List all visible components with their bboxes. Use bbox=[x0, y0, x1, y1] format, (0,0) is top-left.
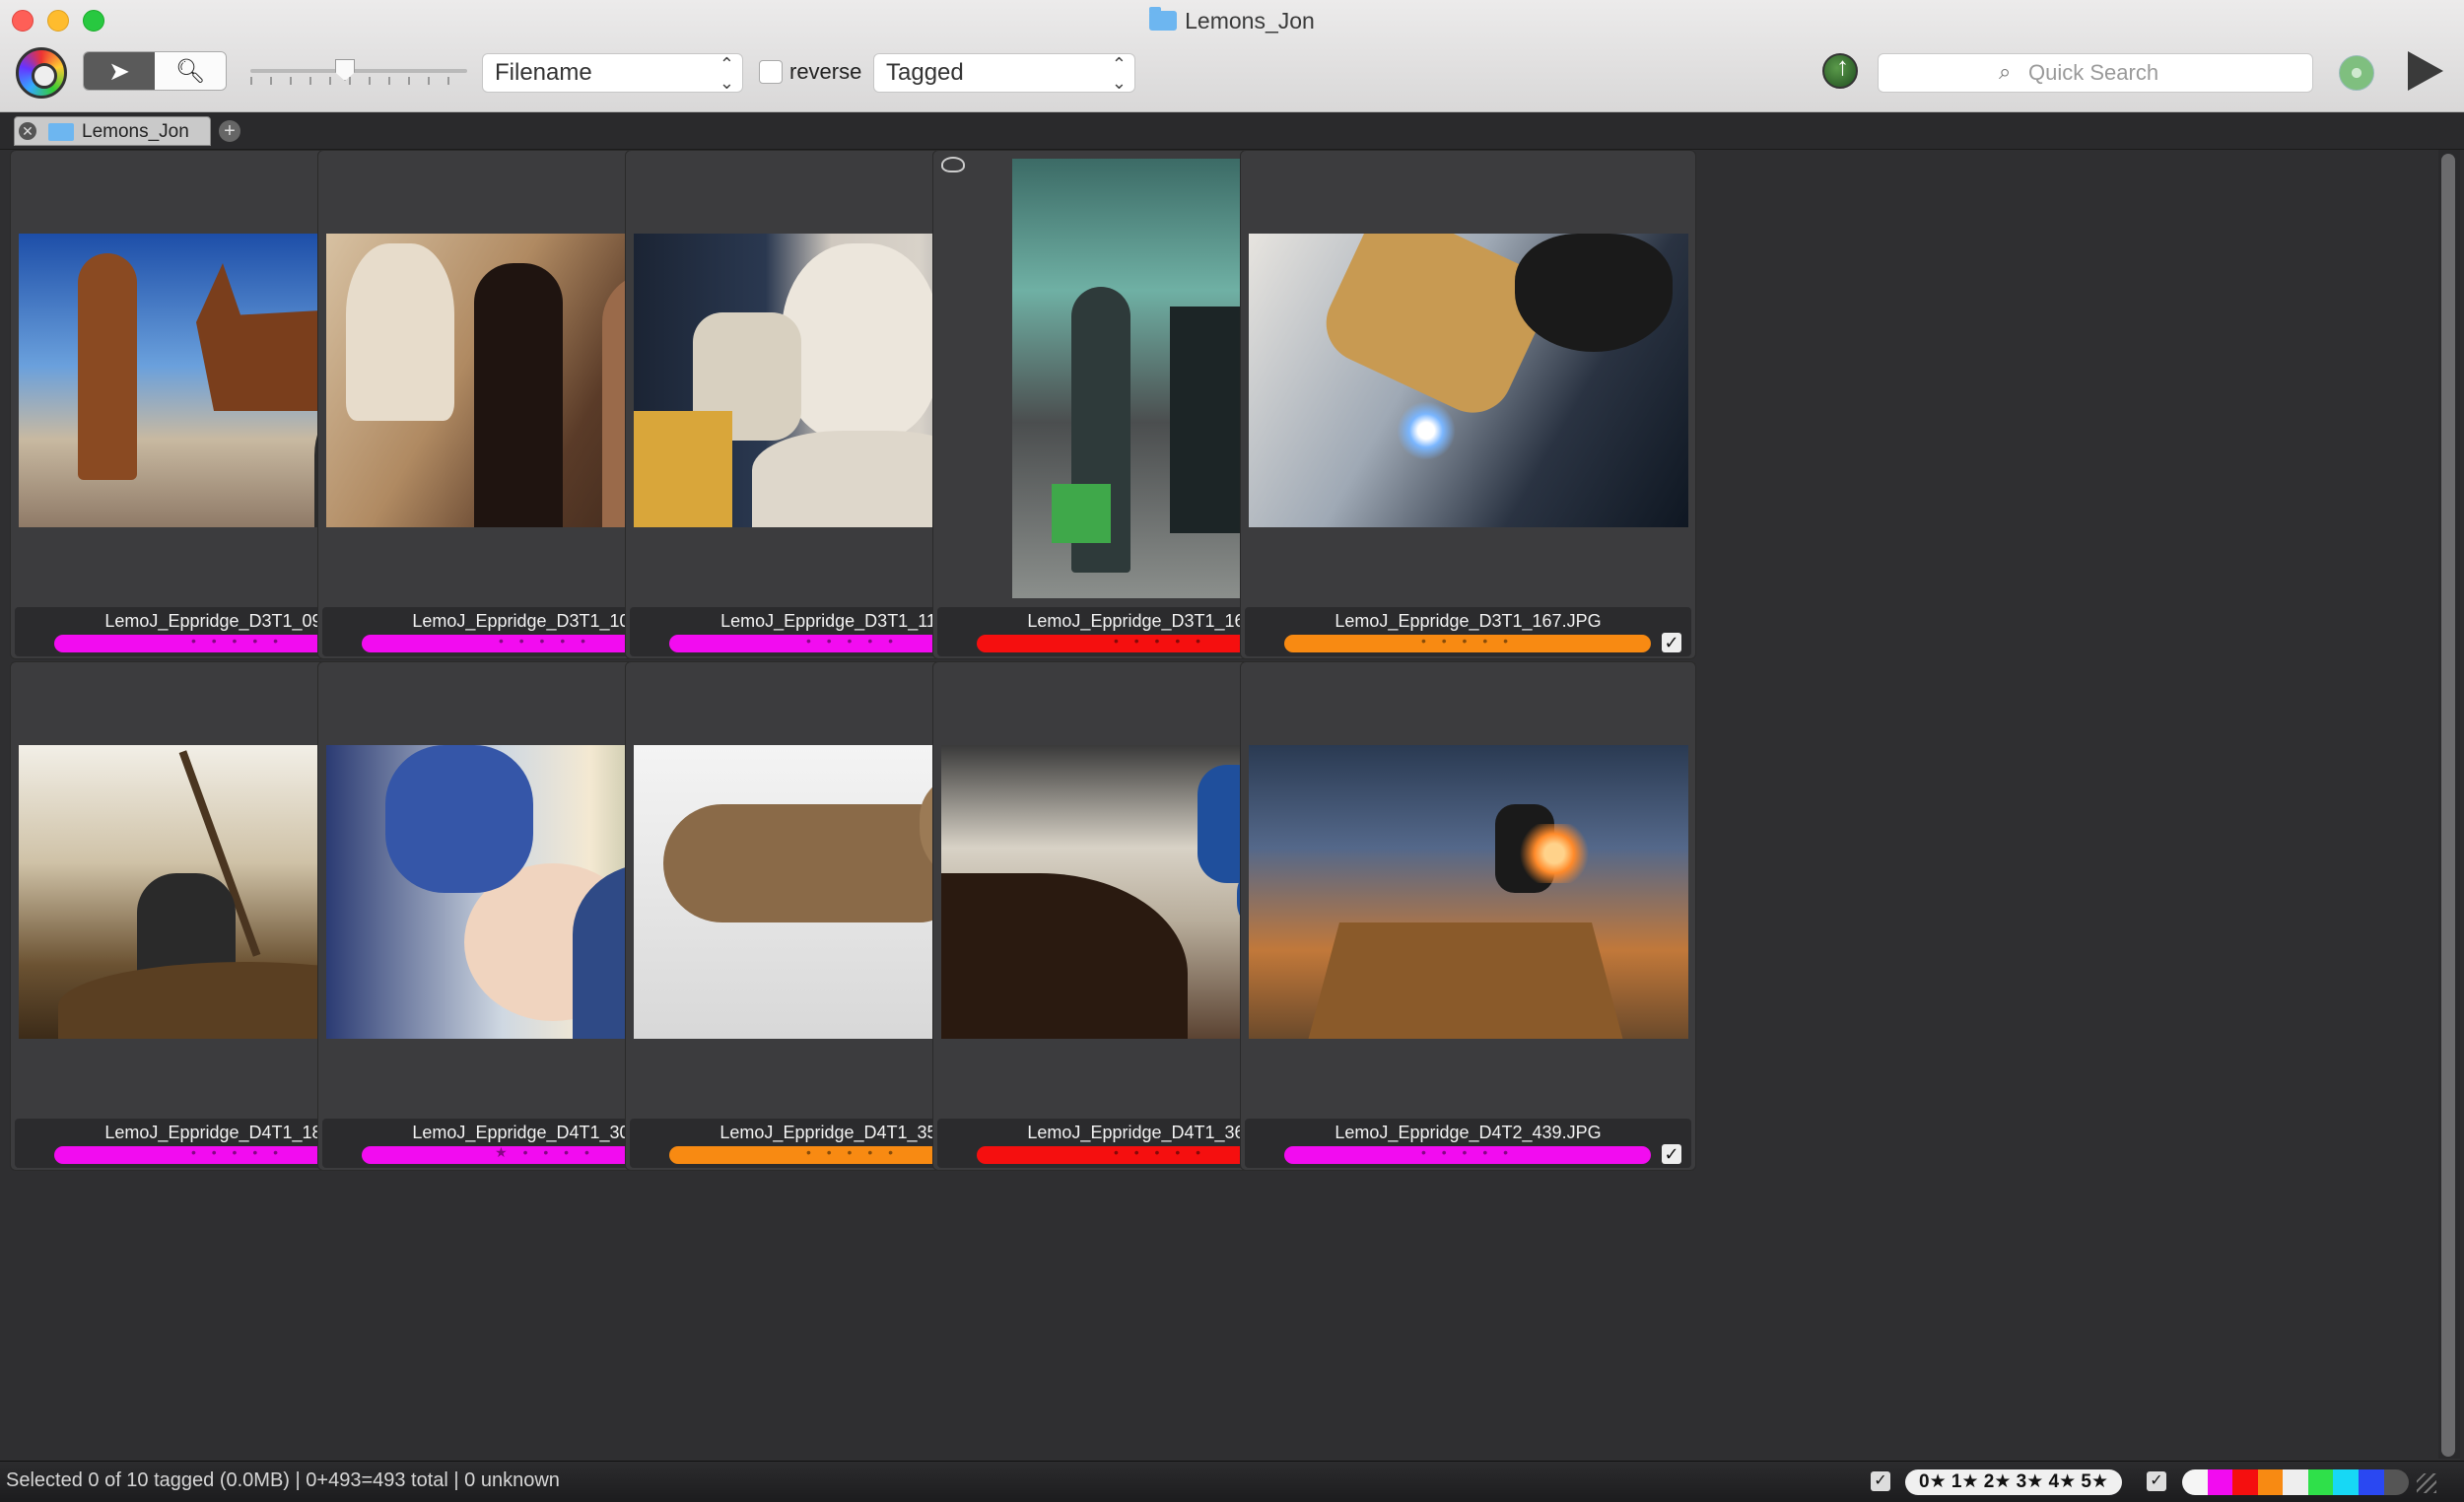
scrollbar-thumb[interactable] bbox=[2441, 154, 2455, 1457]
title-toolbar: Lemons_Jon ➤ 🔍︎ Filename ⌃ ⌄ reverse Tagg… bbox=[0, 0, 2464, 112]
tab-strip: ✕ Lemons_Jon + bbox=[0, 112, 2464, 150]
edited-badge-icon bbox=[941, 157, 965, 172]
color-chip[interactable] bbox=[2257, 1469, 2284, 1495]
status-bar: Selected 0 of 10 tagged (0.0MB) | 0+493=… bbox=[0, 1461, 2464, 1502]
reverse-checkbox[interactable] bbox=[759, 60, 783, 84]
thumbnail-filename: LemoJ_Eppridge_D4T2_439.JPG bbox=[1335, 1123, 1602, 1142]
tagged-filter-checkbox[interactable]: ✓ bbox=[1871, 1471, 1890, 1491]
add-tab-button[interactable]: + bbox=[219, 120, 240, 142]
color-chip[interactable] bbox=[2307, 1469, 2334, 1495]
color-label-bar[interactable]: • • • • • bbox=[1284, 1144, 1651, 1164]
folder-icon bbox=[48, 123, 74, 141]
reverse-label: reverse bbox=[789, 59, 862, 84]
quick-search-field[interactable]: ⌕ bbox=[1878, 53, 2313, 93]
play-icon[interactable] bbox=[2408, 51, 2443, 91]
tab-label: Lemons_Jon bbox=[82, 121, 189, 142]
window-title: Lemons_Jon bbox=[0, 7, 2464, 34]
color-chip[interactable] bbox=[2383, 1469, 2409, 1495]
color-filter-checkbox[interactable]: ✓ bbox=[2147, 1471, 2166, 1491]
star-rating-filter[interactable]: 0★ 1★ 2★ 3★ 4★ 5★ bbox=[1905, 1469, 2122, 1495]
resize-grip-icon[interactable] bbox=[2417, 1473, 2436, 1493]
thumbnail-caption: LemoJ_Eppridge_D3T1_167.JPG • • • • • ✓ bbox=[1245, 607, 1691, 656]
tag-checkbox[interactable]: ✓ bbox=[1662, 633, 1681, 652]
color-chip[interactable] bbox=[2207, 1469, 2233, 1495]
updown-chevron-icon: ⌃ ⌄ bbox=[719, 54, 734, 93]
arrow-cursor-icon[interactable]: ➤ bbox=[84, 52, 155, 90]
thumbnail-cell[interactable]: LemoJ_Eppridge_D4T2_439.JPG • • • • • ✓ bbox=[1240, 661, 1696, 1171]
slider-ticks bbox=[250, 77, 467, 85]
color-chip[interactable] bbox=[2283, 1469, 2308, 1495]
close-icon[interactable]: ✕ bbox=[19, 122, 36, 140]
magnifier-icon[interactable]: 🔍︎ bbox=[155, 52, 226, 90]
tag-checkbox[interactable]: ✓ bbox=[1662, 1144, 1681, 1164]
globe-upload-icon[interactable] bbox=[1822, 51, 1858, 89]
thumbnail-caption: LemoJ_Eppridge_D4T2_439.JPG • • • • • ✓ bbox=[1245, 1119, 1691, 1168]
quick-search-input[interactable] bbox=[2028, 59, 2294, 87]
color-chip[interactable] bbox=[2232, 1469, 2258, 1495]
filter-select[interactable]: Tagged ⌃ ⌄ bbox=[873, 53, 1135, 93]
star-rating[interactable]: • • • • • bbox=[1284, 633, 1651, 649]
star-rating[interactable]: • • • • • bbox=[1284, 1144, 1651, 1160]
thumbnail-image[interactable] bbox=[1249, 745, 1688, 1039]
tab-lemons-jon[interactable]: ✕ Lemons_Jon bbox=[14, 116, 211, 146]
sort-select[interactable]: Filename ⌃ ⌄ bbox=[482, 53, 743, 93]
color-label-filter[interactable] bbox=[2182, 1469, 2409, 1495]
color-chip[interactable] bbox=[2358, 1469, 2384, 1495]
tool-segmented-control: ➤ 🔍︎ bbox=[83, 51, 227, 91]
activity-indicator-icon[interactable] bbox=[2339, 55, 2374, 91]
folder-icon bbox=[1149, 7, 1178, 31]
updown-chevron-icon: ⌃ ⌄ bbox=[1111, 54, 1127, 93]
thumbnail-size-slider[interactable] bbox=[250, 69, 467, 73]
thumbnail-image[interactable] bbox=[1249, 234, 1688, 527]
search-icon: ⌕ bbox=[1999, 59, 2012, 84]
selection-summary: Selected 0 of 10 tagged (0.0MB) | 0+493=… bbox=[6, 1469, 560, 1491]
thumbnail-filename: LemoJ_Eppridge_D3T1_167.JPG bbox=[1335, 611, 1602, 631]
color-chip[interactable] bbox=[2333, 1469, 2359, 1495]
color-chip[interactable] bbox=[2182, 1469, 2208, 1495]
color-label-bar[interactable]: • • • • • bbox=[1284, 633, 1651, 652]
thumbnail-cell[interactable]: LemoJ_Eppridge_D3T1_167.JPG • • • • • ✓ bbox=[1240, 150, 1696, 659]
app-menu-icon[interactable] bbox=[16, 47, 67, 99]
